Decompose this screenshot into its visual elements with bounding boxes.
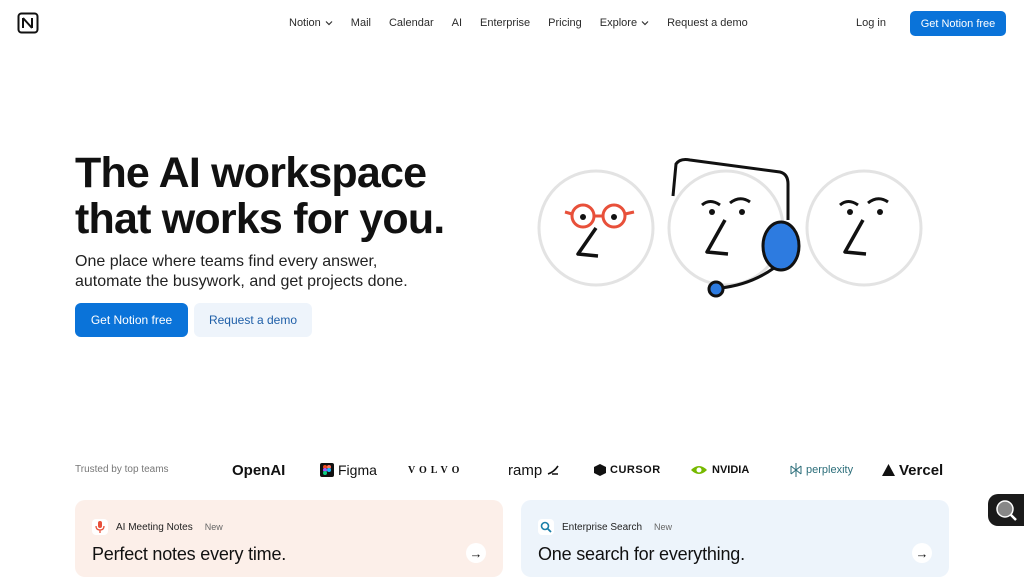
top-nav: Notion Mail Calendar AI Enterprise Prici… [0,0,1024,46]
nav-item-calendar[interactable]: Calendar [380,17,443,29]
nav-item-request-demo[interactable]: Request a demo [658,17,757,29]
card-title: Perfect notes every time. [92,544,287,564]
nav-item-explore[interactable]: Explore [591,17,658,29]
perplexity-icon [790,463,802,477]
nvidia-logo: NVIDIA [690,464,790,476]
get-notion-free-button[interactable]: Get Notion free [910,11,1006,36]
hero-request-demo-button[interactable]: Request a demo [194,303,312,337]
arrow-right-icon[interactable]: → [466,543,486,563]
hero-subtitle: One place where teams find every answer,… [75,253,408,290]
card-tag: Enterprise Search New [538,519,672,535]
magnifier-icon [996,500,1017,521]
card-enterprise-search[interactable]: Enterprise Search New One search for eve… [521,500,949,577]
card-tag-label: Enterprise Search [562,521,643,533]
hero-title: The AI workspace that works for you. [75,149,445,243]
trusted-label: Trusted by top teams [75,464,169,475]
ramp-logo: ramp [508,462,594,479]
floating-help-button[interactable] [988,494,1024,526]
nav-item-notion[interactable]: Notion [280,17,342,29]
arrow-right-icon[interactable]: → [912,543,932,563]
cursor-icon [594,464,606,476]
nav-item-pricing[interactable]: Pricing [539,17,591,29]
figma-logo: Figma [320,462,408,478]
login-link[interactable]: Log in [856,17,886,29]
customer-logos: OpenAI Figma VOLVO ramp CURSOR NVIDIA pe… [232,459,952,481]
nav-item-enterprise[interactable]: Enterprise [471,17,539,29]
search-icon [538,519,554,535]
vercel-logo: Vercel [882,462,952,479]
chevron-down-icon [641,21,649,26]
ramp-icon [547,465,559,475]
card-ai-meeting-notes[interactable]: AI Meeting Notes New Perfect notes every… [75,500,503,577]
card-tag: AI Meeting Notes New [92,519,223,535]
card-title: One search for everything. [538,544,745,564]
chevron-down-icon [325,21,333,26]
openai-logo: OpenAI [232,461,286,479]
cursor-logo: CURSOR [594,464,690,476]
card-tag-label: AI Meeting Notes [116,521,193,533]
hero-faces-illustration [537,158,923,298]
figma-icon [320,463,334,477]
nvidia-eye-icon [691,466,707,474]
new-badge: New [654,522,673,532]
main-menu: Notion Mail Calendar AI Enterprise Prici… [280,0,757,46]
new-badge: New [204,522,223,532]
volvo-logo: VOLVO [408,464,464,476]
nav-item-mail[interactable]: Mail [342,17,380,29]
vercel-triangle-icon [882,464,895,476]
microphone-icon [92,519,108,535]
notion-logo-icon[interactable] [17,12,39,34]
perplexity-logo: perplexity [790,463,882,477]
nav-item-ai[interactable]: AI [443,17,471,29]
hero-get-notion-free-button[interactable]: Get Notion free [75,303,188,337]
